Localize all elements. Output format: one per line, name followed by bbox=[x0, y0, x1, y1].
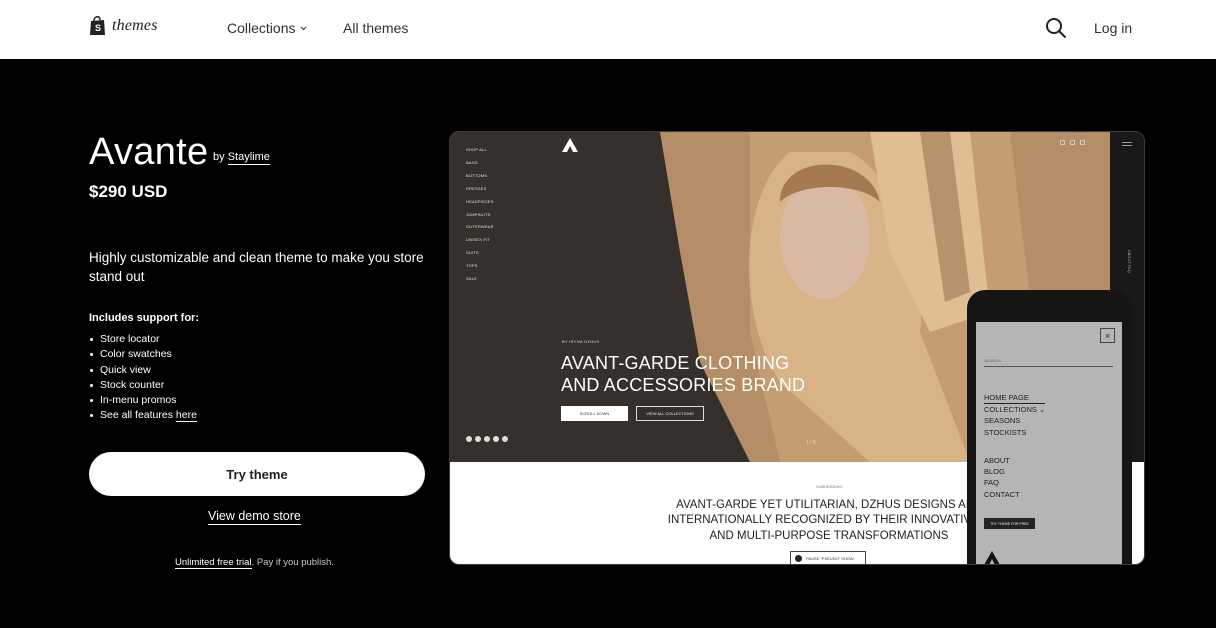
preview-header-icons bbox=[1060, 140, 1085, 145]
phone-menu-item: SEASONS bbox=[984, 416, 1021, 426]
try-theme-button[interactable]: Try theme bbox=[89, 452, 425, 496]
login-link[interactable]: Log in bbox=[1094, 20, 1132, 36]
feature-item: In-menu promos bbox=[90, 393, 197, 408]
theme-byline: by Staylime bbox=[213, 151, 270, 165]
play-icon bbox=[795, 554, 802, 562]
nav-collections-label: Collections bbox=[227, 20, 296, 36]
logo-text: themes bbox=[112, 16, 158, 34]
shopify-bag-icon: S bbox=[90, 15, 105, 35]
phone-menu-item: STOCKISTS bbox=[984, 427, 1027, 437]
top-navigation: S themes Collections All themes Log in bbox=[0, 0, 1216, 59]
preview-menu-item: JUMPSUITS bbox=[466, 211, 491, 217]
by-prefix: by bbox=[213, 151, 225, 163]
phone-mockup: × SEARCH HOME PAGE COLLECTIONS ⌄ SEASONS… bbox=[967, 290, 1132, 564]
feature-item-see-all: See all features here bbox=[90, 408, 197, 423]
preview-menu-item: UNISEX FIT bbox=[466, 237, 491, 243]
view-demo-store-link[interactable]: View demo store bbox=[208, 509, 301, 525]
social-icons bbox=[466, 436, 508, 442]
see-all-features-link[interactable]: here bbox=[175, 409, 197, 423]
sub-kicker: SUBHEADING bbox=[816, 484, 843, 489]
preview-menu-item: HEADPIECES bbox=[466, 198, 494, 204]
phone-menu-item: COLLECTIONS ⌄ bbox=[984, 405, 1046, 415]
phone-menu-item: ABOUT bbox=[984, 456, 1010, 465]
hero-collections-button: VIEW ALL COLLECTIONS bbox=[636, 406, 704, 421]
support-heading: Includes support for: bbox=[89, 312, 199, 324]
slide-counter: 1 / 5 bbox=[806, 440, 816, 446]
nav-all-themes[interactable]: All themes bbox=[343, 20, 408, 36]
avante-logo-icon bbox=[562, 138, 578, 152]
feature-item: Quick view bbox=[90, 363, 197, 378]
phone-try-button: TRY THEME FOR FREE bbox=[984, 518, 1035, 529]
svg-text:S: S bbox=[95, 23, 101, 33]
feature-item: Store locator bbox=[90, 332, 197, 347]
preview-menu-item: TOPS bbox=[466, 263, 478, 269]
phone-menu-item: CONTACT bbox=[984, 489, 1020, 499]
preview-menu-item: BOTTOMS bbox=[466, 172, 488, 178]
theme-preview[interactable]: SHOP ALL BAGS BOTTOMS DRESSES HEADPIECES… bbox=[449, 131, 1145, 565]
hamburger-icon bbox=[1122, 142, 1132, 148]
sub-text: AVANT-GARDE YET UTILITARIAN, DZHUS DESIG… bbox=[667, 499, 990, 542]
phone-menu-item: FAQ bbox=[984, 478, 1000, 488]
phone-menu-item: BLOG bbox=[984, 467, 1005, 477]
preview-menu-item: BAGS bbox=[466, 159, 478, 165]
theme-price: $290 USD bbox=[89, 182, 168, 201]
see-all-features-text: See all features bbox=[100, 409, 173, 422]
feature-item: Color swatches bbox=[90, 347, 197, 362]
preview-menu: SHOP ALL BAGS BOTTOMS DRESSES HEADPIECES… bbox=[466, 144, 494, 286]
theme-tagline: Highly customizable and clean theme to m… bbox=[89, 250, 424, 284]
avante-logo-icon bbox=[984, 551, 1000, 564]
hero-kicker: BY IRYNA DZHUS bbox=[562, 339, 600, 344]
phone-menu-item: HOME PAGE bbox=[984, 392, 1046, 405]
preview-menu-item: DRESSES bbox=[466, 185, 487, 191]
phone-screen: × SEARCH HOME PAGE COLLECTIONS ⌄ SEASONS… bbox=[976, 322, 1122, 564]
author-link[interactable]: Staylime bbox=[227, 151, 270, 165]
preview-menu-item: SHOP ALL bbox=[466, 147, 487, 152]
close-icon: × bbox=[1100, 328, 1115, 343]
search-icon[interactable] bbox=[1045, 17, 1067, 39]
theme-name: Avante bbox=[89, 131, 209, 173]
chevron-down-icon bbox=[301, 26, 307, 30]
pause-show-button: PAUSE "PSEUDO" SHOW bbox=[790, 551, 866, 564]
feature-list: Store locator Color swatches Quick view … bbox=[90, 332, 197, 424]
free-trial-note: Unlimited free trial. Pay if you publish… bbox=[175, 557, 334, 569]
free-trial-rest: . Pay if you publish. bbox=[251, 557, 334, 568]
rail-text: ABOUT FAQ bbox=[1127, 250, 1132, 273]
pause-show-label: PAUSE "PSEUDO" SHOW bbox=[806, 555, 854, 561]
phone-search: SEARCH bbox=[984, 358, 1113, 367]
hero-title: AVANT-GARDE CLOTHING AND ACCESSORIES BRA… bbox=[561, 353, 806, 395]
preview-menu-item: SALE bbox=[466, 276, 478, 282]
feature-item: Stock counter bbox=[90, 378, 197, 393]
preview-menu-item: SUITS bbox=[466, 250, 479, 256]
preview-menu-item: OUTERWEAR bbox=[466, 224, 494, 230]
shopify-themes-logo[interactable]: S themes bbox=[89, 15, 158, 36]
nav-collections[interactable]: Collections bbox=[227, 20, 307, 36]
free-trial-link[interactable]: Unlimited free trial bbox=[175, 557, 252, 569]
phone-menu-secondary: ABOUT BLOG FAQ CONTACT bbox=[984, 455, 1020, 500]
hero-scroll-button: SCROLL DOWN bbox=[561, 406, 628, 421]
phone-menu-primary: HOME PAGE COLLECTIONS ⌄ SEASONS STOCKIST… bbox=[984, 392, 1046, 438]
